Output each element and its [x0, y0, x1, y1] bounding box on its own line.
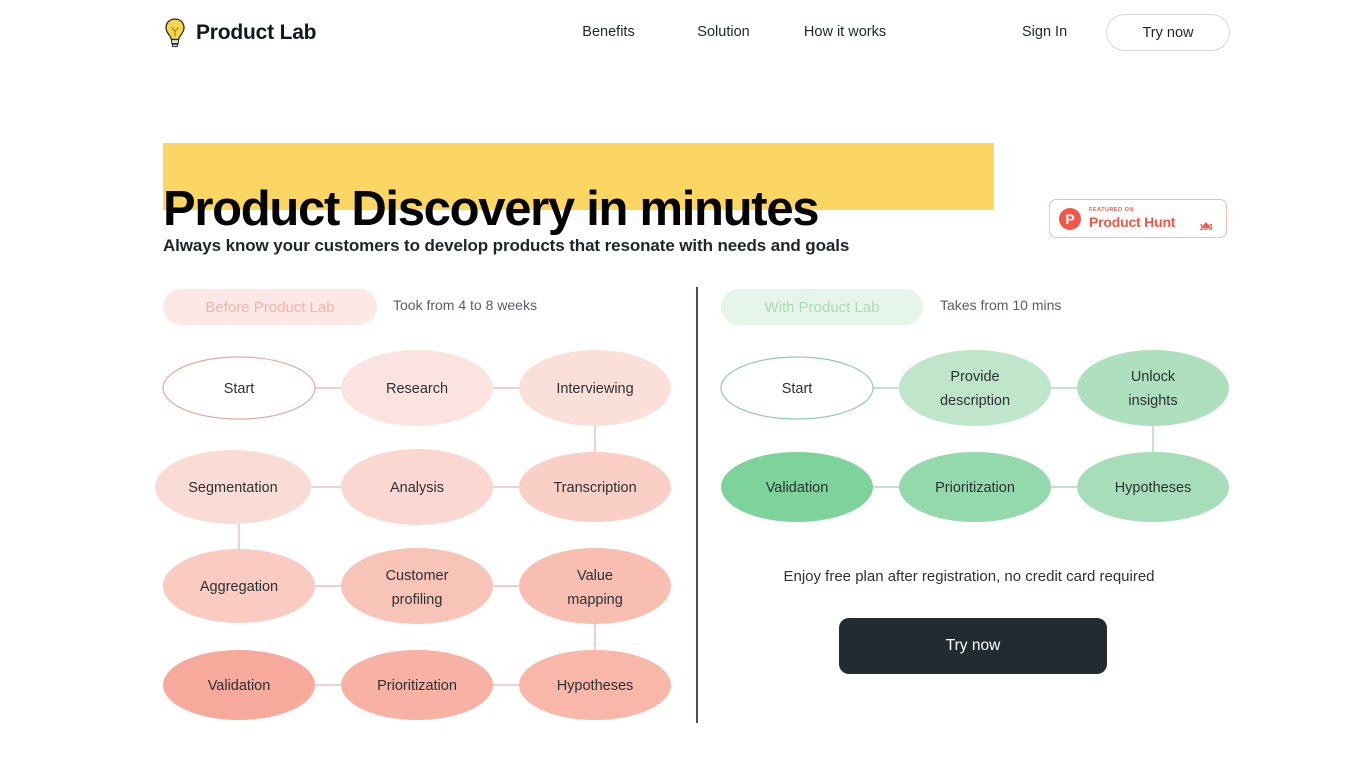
before-node-start: Start	[162, 356, 316, 420]
product-hunt-name: Product Hunt	[1089, 214, 1176, 231]
node-label: Customer	[386, 568, 449, 584]
node-label: Start	[782, 381, 813, 397]
node-label: profiling	[392, 592, 443, 608]
node-label: Validation	[208, 678, 271, 694]
product-hunt-text: FEATURED ON Product Hunt	[1089, 206, 1195, 231]
before-product-lab-pill: Before Product Lab	[163, 289, 377, 325]
nav-item-how-it-works[interactable]: How it works	[781, 24, 909, 40]
free-plan-note: Enjoy free plan after registration, no c…	[783, 568, 1155, 585]
nav-item-solution[interactable]: Solution	[666, 24, 781, 40]
with-node-hypotheses: Hypotheses	[1077, 452, 1229, 522]
sign-in-link[interactable]: Sign In	[1022, 24, 1067, 40]
site-header: Product Lab Benefits Solution How it wor…	[0, 0, 1360, 66]
before-product-lab-diagram: Start Research Interviewing Segmentation…	[155, 348, 695, 728]
product-hunt-icon: P	[1059, 207, 1081, 230]
nav-item-benefits[interactable]: Benefits	[551, 24, 666, 40]
node-label: Prioritization	[935, 480, 1015, 496]
product-hunt-upvote-count: 133	[1199, 223, 1213, 232]
product-hunt-featured-label: FEATURED ON	[1089, 206, 1134, 213]
node-label: Provide	[950, 369, 999, 385]
node-label: Research	[386, 381, 448, 397]
node-label: Aggregation	[200, 579, 278, 595]
node-label: Hypotheses	[1115, 480, 1192, 496]
before-connectors	[238, 387, 596, 686]
with-product-lab-diagram: Start Provide description Unlock insight…	[713, 348, 1243, 533]
brand-name: Product Lab	[196, 21, 317, 44]
before-node-research: Research	[341, 350, 493, 426]
before-node-segmentation: Segmentation	[155, 450, 311, 524]
before-node-value-mapping: Value mapping	[519, 548, 671, 624]
with-node-start: Start	[720, 356, 874, 420]
before-node-analysis: Analysis	[341, 449, 493, 525]
with-node-prioritization: Prioritization	[899, 452, 1051, 522]
node-label: Validation	[766, 480, 829, 496]
with-node-unlock-insights: Unlock insights	[1077, 350, 1229, 426]
product-hunt-badge[interactable]: P FEATURED ON Product Hunt 133	[1049, 199, 1227, 238]
before-node-interviewing: Interviewing	[519, 350, 671, 426]
with-timing-label: Takes from 10 mins	[940, 297, 1062, 313]
header-try-now-button[interactable]: Try now	[1106, 14, 1230, 51]
node-label: Analysis	[390, 480, 444, 496]
node-label: Interviewing	[556, 381, 633, 397]
page-subtitle: Always know your customers to develop pr…	[163, 236, 850, 255]
main-nav: Benefits Solution How it works	[551, 24, 909, 40]
with-node-provide-description: Provide description	[899, 350, 1051, 426]
lightbulb-icon	[163, 17, 187, 49]
with-product-lab-pill: With Product Lab	[721, 289, 923, 325]
with-node-validation: Validation	[721, 452, 873, 522]
node-label: Start	[224, 381, 255, 397]
brand-logo[interactable]: Product Lab	[163, 17, 317, 49]
before-node-validation: Validation	[163, 650, 315, 720]
before-node-hypotheses: Hypotheses	[519, 650, 671, 720]
main-try-now-button[interactable]: Try now	[839, 618, 1107, 674]
before-timing-label: Took from 4 to 8 weeks	[393, 297, 537, 313]
node-label: Transcription	[553, 480, 636, 496]
before-node-customer-profiling: Customer profiling	[341, 548, 493, 624]
node-label: Segmentation	[188, 480, 277, 496]
column-divider	[696, 287, 698, 723]
node-label: Prioritization	[377, 678, 457, 694]
node-label: Hypotheses	[557, 678, 634, 694]
before-node-prioritization: Prioritization	[341, 650, 493, 720]
node-label: insights	[1128, 393, 1177, 409]
node-label: Unlock	[1131, 369, 1176, 385]
page-title: Product Discovery in minutes	[163, 181, 820, 236]
product-hunt-upvote[interactable]: 133	[1195, 205, 1217, 232]
node-label: Value	[577, 568, 613, 584]
before-node-aggregation: Aggregation	[163, 549, 315, 623]
node-label: description	[940, 393, 1010, 409]
before-node-transcription: Transcription	[519, 452, 671, 522]
node-label: mapping	[567, 592, 623, 608]
